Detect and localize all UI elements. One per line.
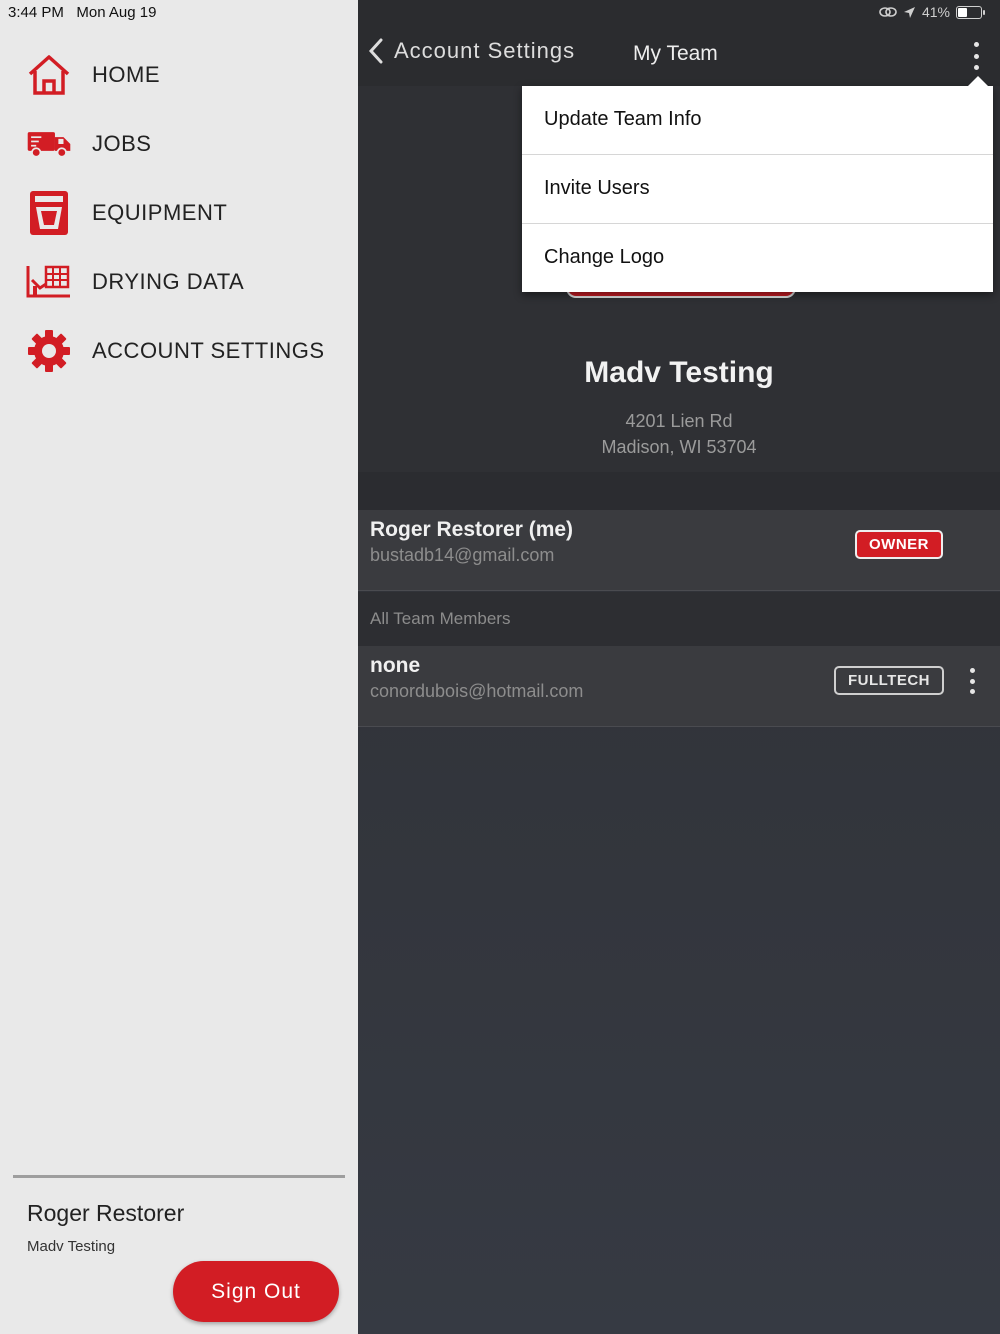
truck-icon: [26, 121, 72, 167]
home-icon: [26, 52, 72, 98]
battery-fill: [958, 7, 968, 17]
role-badge: FULLTECH: [834, 666, 944, 695]
user-team-name: Madv Testing: [27, 1238, 116, 1255]
member-email: conordubois@hotmail.com: [370, 681, 584, 701]
team-address-line2: Madison, WI 53704: [601, 437, 757, 457]
sidebar-item-equipment[interactable]: EQUIPMENT: [0, 178, 358, 247]
member-email: bustadb14@gmail.com: [370, 545, 555, 565]
team-address-line1: 4201 Lien Rd: [625, 411, 733, 431]
page-title: My Team: [633, 42, 718, 65]
drying-data-icon: [26, 259, 72, 305]
chevron-left-icon: [368, 38, 383, 64]
sidebar-item-home[interactable]: HOME: [0, 40, 358, 109]
location-arrow-icon: [903, 6, 915, 18]
member-name: none: [370, 654, 421, 677]
battery-percentage: 41%: [921, 4, 950, 20]
sidebar-item-label: JOBS: [92, 130, 152, 156]
status-date-text: Mon Aug 19: [76, 4, 157, 21]
status-time-text: 3:44 PM: [8, 4, 64, 21]
status-time: 3:44 PM Mon Aug 19: [8, 4, 156, 21]
menu-item-update-team-info[interactable]: Update Team Info: [522, 86, 993, 155]
sidebar-item-label: EQUIPMENT: [92, 199, 228, 225]
section-header: All Team Members: [358, 592, 1000, 646]
sidebar-item-drying-data[interactable]: DRYING DATA: [0, 247, 358, 316]
team-name: Madv Testing: [584, 356, 774, 389]
sidebar-item-label: ACCOUNT SETTINGS: [92, 337, 325, 363]
options-menu: Update Team Info Invite Users Change Log…: [522, 76, 993, 293]
sidebar-nav: HOME JOBS EQUIPMENT DRYING DATA ACCOUNT …: [0, 40, 358, 385]
menu-item-change-logo[interactable]: Change Logo: [522, 224, 993, 293]
back-button-label: Account Settings: [394, 38, 576, 63]
menu-item-invite-users[interactable]: Invite Users: [522, 155, 993, 224]
owner-row[interactable]: Roger Restorer (me) bustadb14@gmail.com …: [358, 510, 1000, 591]
role-badge: OWNER: [855, 530, 943, 559]
team-member-row[interactable]: none conordubois@hotmail.com FULLTECH: [358, 646, 1000, 727]
equipment-icon: [26, 190, 72, 236]
gear-icon: [26, 328, 72, 374]
battery-icon: [956, 5, 985, 19]
more-options-icon[interactable]: [966, 42, 986, 70]
sign-out-button[interactable]: Sign Out: [173, 1261, 339, 1322]
sidebar-item-account-settings[interactable]: ACCOUNT SETTINGS: [0, 316, 358, 385]
sidebar-item-jobs[interactable]: JOBS: [0, 109, 358, 178]
section-spacer: [358, 472, 1000, 510]
link-icon: [879, 7, 897, 17]
sidebar-divider: [13, 1175, 345, 1178]
user-name: Roger Restorer: [27, 1200, 185, 1226]
sidebar-item-label: DRYING DATA: [92, 268, 245, 294]
status-indicators: 41%: [879, 4, 985, 20]
sidebar: 3:44 PM Mon Aug 19 HOME JOBS EQUIPMENT D…: [0, 0, 358, 1334]
member-options-icon[interactable]: [968, 668, 976, 694]
sidebar-item-label: HOME: [92, 61, 160, 87]
back-button[interactable]: Account Settings: [368, 38, 575, 64]
member-name: Roger Restorer (me): [370, 518, 574, 541]
